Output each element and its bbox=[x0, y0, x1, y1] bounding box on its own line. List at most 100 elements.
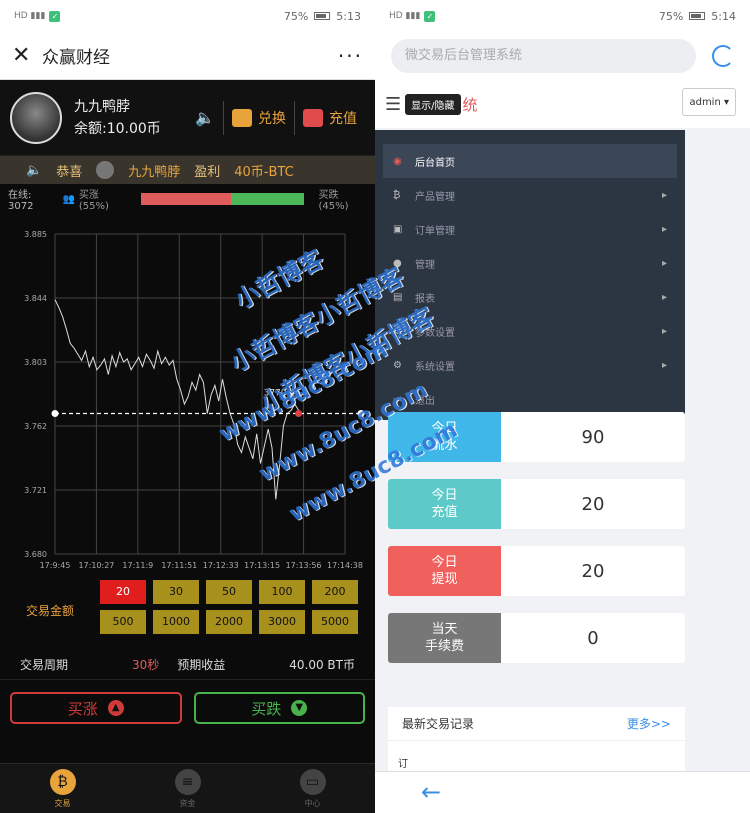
y-tick-label: 3.844 bbox=[24, 294, 47, 303]
menu-item[interactable]: ⚙ 系统设置 ▸ bbox=[375, 348, 685, 382]
congrats-prefix: 恭喜 bbox=[56, 164, 83, 180]
menu-label: 参数设置 bbox=[415, 327, 455, 339]
amount-option[interactable]: 3000 bbox=[259, 610, 305, 634]
tab-center[interactable]: ▭ 中心 bbox=[250, 764, 375, 813]
speaker-icon[interactable]: 🔈 bbox=[195, 108, 223, 127]
avatar bbox=[96, 161, 115, 179]
amount-grid: 20 30 50 100 200 500 1000 2000 3000 5000 bbox=[100, 580, 358, 634]
recharge-label: 充值 bbox=[329, 110, 357, 127]
exchange-button[interactable]: 兑换 bbox=[223, 100, 294, 135]
avatar[interactable] bbox=[10, 91, 62, 144]
menu-item[interactable]: ⇥ 退出 bbox=[375, 382, 685, 416]
menu-item[interactable]: ● 管理 ▸ bbox=[375, 246, 685, 280]
wechat-icon: ✓ bbox=[49, 10, 61, 22]
exchange-label: 兑换 bbox=[258, 110, 286, 127]
period-seconds[interactable]: 30秒 bbox=[132, 656, 159, 673]
close-icon[interactable]: ✕ bbox=[12, 43, 42, 68]
buy-down-button[interactable]: 买跌 ▼ bbox=[193, 692, 365, 724]
amount-selector: 交易金额 20 30 50 100 200 500 1000 2000 3000 5000 bbox=[0, 580, 375, 634]
chevron-down-icon: ▼ bbox=[291, 700, 308, 716]
menu-icon: ⚙ bbox=[393, 359, 402, 371]
up-ratio-label: 买涨(55%) bbox=[78, 190, 109, 212]
back-arrow-icon[interactable]: ← bbox=[421, 778, 441, 806]
menu-item[interactable]: ⚙ 参数设置 ▸ bbox=[375, 314, 685, 348]
congrats-name: 九九鸭脖 bbox=[128, 164, 181, 180]
menu-label: 退出 bbox=[415, 395, 435, 407]
time-label: 5:14 bbox=[711, 9, 736, 23]
ratio-bar: 在线: 3072 👥 买涨(55%) 买跌(45%) bbox=[0, 184, 375, 214]
menu-label: 产品管理 bbox=[415, 191, 455, 203]
menu-label: 系统设置 bbox=[415, 361, 455, 373]
more-link[interactable]: 更多>> bbox=[627, 715, 671, 732]
stat-card: 今日 流水 90 bbox=[388, 412, 685, 462]
right-phone-screen: HD ▮▮▮ ✓ 75% 5:14 微交易后台管理系统 ☰ 显示/隐藏 统 admi… bbox=[375, 0, 750, 813]
hamburger-icon[interactable]: ☰ bbox=[385, 94, 401, 115]
amount-option[interactable]: 100 bbox=[259, 580, 305, 604]
amount-option[interactable]: 1000 bbox=[153, 610, 199, 634]
recharge-button[interactable]: 充值 bbox=[294, 100, 365, 135]
menu-icon: ⇥ bbox=[393, 393, 402, 405]
hd-icon: HD ▮▮▮ bbox=[14, 11, 46, 21]
online-count: 在线: 3072 bbox=[8, 190, 34, 212]
tab-trade[interactable]: ₿ 交易 bbox=[0, 764, 125, 813]
period-row: 交易周期 30秒 预期收益 40.00 BT币 bbox=[0, 650, 375, 680]
amount-label: 交易金额 bbox=[26, 604, 75, 618]
buy-down-label: 买跌 bbox=[251, 699, 282, 718]
tab-label: 交易 bbox=[54, 798, 71, 808]
stat-label: 今日 流水 bbox=[388, 412, 501, 462]
bottom-nav: ← bbox=[375, 771, 750, 813]
admin-dropdown[interactable]: admin ▾ bbox=[682, 88, 736, 116]
down-ratio-fill bbox=[231, 193, 305, 205]
amount-option[interactable]: 500 bbox=[100, 610, 146, 634]
menu-item[interactable]: ₿ 产品管理 ▸ bbox=[375, 178, 685, 212]
menu-icon: ₿ bbox=[393, 189, 401, 201]
battery-icon bbox=[689, 12, 706, 20]
y-tick-label: 3.680 bbox=[24, 550, 47, 559]
bitcoin-icon: ₿ bbox=[49, 768, 76, 795]
left-phone-screen: HD ▮▮▮ ✓ 75% 5:13 ✕ 众赢财经 ··· 九九鸭脖 余额:10.00… bbox=[0, 0, 375, 813]
more-icon[interactable]: ··· bbox=[338, 44, 363, 68]
congrats-banner: 🔈 恭喜 九九鸭脖 盈利 40币-BTC bbox=[0, 156, 375, 184]
menu-icon: ⚙ bbox=[393, 325, 402, 337]
signal-icons: HD ▮▮▮ ✓ bbox=[389, 10, 436, 22]
amount-option[interactable]: 200 bbox=[312, 580, 358, 604]
chevron-right-icon: ▸ bbox=[661, 223, 667, 235]
user-bar: 九九鸭脖 余额:10.00币 🔈 兑换 充值 bbox=[0, 80, 375, 156]
admin-header: ☰ 显示/隐藏 统 admin ▾ bbox=[375, 80, 750, 128]
expected-value: 40.00 BT币 bbox=[289, 658, 355, 672]
x-tick-label: 17:12:33 bbox=[203, 561, 239, 570]
amount-option[interactable]: 2000 bbox=[206, 610, 252, 634]
menu-item[interactable]: ◉ 后台首页 bbox=[383, 144, 677, 178]
amount-option[interactable]: 50 bbox=[206, 580, 252, 604]
menu-item[interactable]: ▣ 订单管理 ▸ bbox=[375, 212, 685, 246]
stat-value: 0 bbox=[587, 627, 599, 649]
search-input[interactable]: 微交易后台管理系统 bbox=[391, 39, 696, 73]
buy-up-button[interactable]: 买涨 ▲ bbox=[10, 692, 182, 724]
top-nav: ✕ 众赢财经 ··· bbox=[0, 32, 375, 80]
tab-funds[interactable]: ≡ 资金 bbox=[125, 764, 250, 813]
amount-option[interactable]: 5000 bbox=[312, 610, 358, 634]
y-tick-label: 3.885 bbox=[24, 230, 47, 239]
amount-option[interactable]: 30 bbox=[153, 580, 199, 604]
chevron-right-icon: ▸ bbox=[661, 291, 667, 303]
stat-label: 今日 提现 bbox=[388, 546, 501, 596]
y-tick-label: 3.803 bbox=[24, 358, 47, 367]
stats-list: 今日 流水 90 今日 充值 20 今日 提现 20 当天 手续费 0 bbox=[388, 412, 685, 680]
stat-value: 90 bbox=[581, 426, 605, 448]
menu-item[interactable]: ▤ 报表 ▸ bbox=[375, 280, 685, 314]
wechat-icon: ✓ bbox=[424, 10, 436, 22]
hd-icon: HD ▮▮▮ bbox=[389, 11, 421, 21]
username: 九九鸭脖 bbox=[74, 98, 130, 115]
amount-option[interactable]: 20 bbox=[100, 580, 146, 604]
menu-label: 后台首页 bbox=[415, 157, 455, 169]
tab-label: 中心 bbox=[304, 798, 321, 808]
buy-up-label: 买涨 bbox=[67, 699, 98, 718]
menu-icon: ◉ bbox=[393, 155, 402, 167]
x-tick-label: 17:11:51 bbox=[161, 561, 197, 570]
menu-label: 订单管理 bbox=[415, 225, 455, 237]
stat-label: 今日 充值 bbox=[388, 479, 501, 529]
stat-card: 当天 手续费 0 bbox=[388, 613, 685, 663]
profit-label: 盈利 bbox=[194, 164, 221, 180]
refresh-icon[interactable] bbox=[712, 45, 734, 67]
status-bar: HD ▮▮▮ ✓ 75% 5:13 bbox=[0, 0, 375, 32]
